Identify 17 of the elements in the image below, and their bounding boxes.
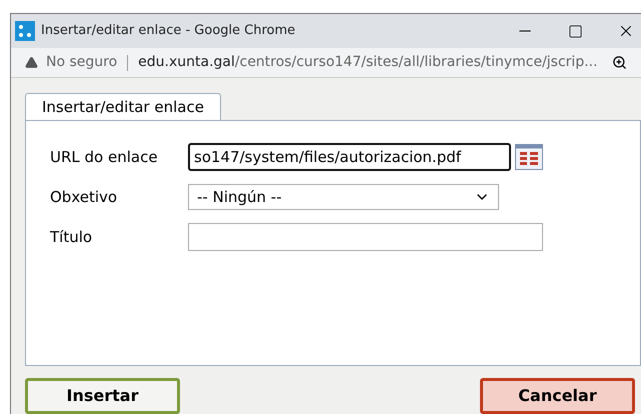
app-logo-icon [15, 21, 35, 42]
browse-icon[interactable] [515, 144, 543, 170]
tab[interactable]: Insertar/editar enlace [25, 93, 221, 121]
input-field[interactable]: so147/system/files/autorizacion.pdf [188, 143, 511, 171]
field-label: Título [50, 226, 94, 248]
window-title: Insertar/editar enlace - Google Chrome [41, 22, 296, 40]
field-label: URL do enlace [50, 146, 159, 168]
maximize-icon[interactable] [568, 24, 583, 39]
input-field[interactable] [188, 223, 543, 251]
cancel-button[interactable]: Cancelar [480, 378, 635, 414]
warning-icon [25, 56, 38, 70]
insert-button[interactable]: Insertar [25, 378, 180, 414]
url-text[interactable]: edu.xunta.gal/centros/curso147/sites/all/libraries/tinymce/jscrip... [138, 52, 598, 74]
target-select[interactable]: -- Ningún -- [188, 184, 499, 210]
security-label: No seguro [46, 53, 118, 72]
zoom-icon[interactable] [612, 55, 627, 70]
field-label: Obxetivo [50, 186, 118, 208]
